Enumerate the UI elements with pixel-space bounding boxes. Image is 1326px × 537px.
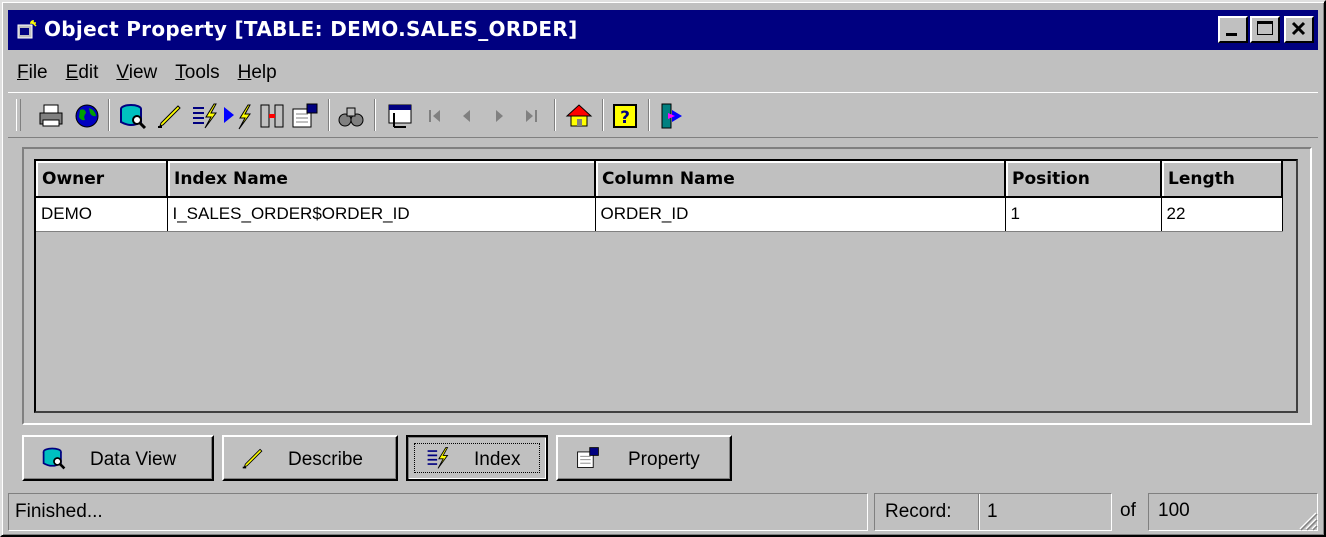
cell-length[interactable]: 22 bbox=[1161, 197, 1283, 232]
column-header-length[interactable]: Length bbox=[1161, 161, 1283, 198]
column-header-index-name[interactable]: Index Name bbox=[167, 161, 596, 198]
index-table: Owner Index Name Column Name Position Le… bbox=[36, 161, 1283, 232]
tab-property-label: Property bbox=[628, 449, 700, 470]
describe-icon[interactable] bbox=[156, 101, 186, 131]
cell-column-name[interactable]: ORDER_ID bbox=[595, 197, 1006, 232]
grid-header-row: Owner Index Name Column Name Position Le… bbox=[36, 161, 1283, 198]
toolbar-separator bbox=[648, 99, 650, 131]
title-bar[interactable]: Object Property [TABLE: DEMO.SALES_ORDER… bbox=[8, 10, 1318, 50]
minimize-icon bbox=[1226, 33, 1237, 36]
content-panel: Owner Index Name Column Name Position Le… bbox=[22, 147, 1312, 425]
menu-view[interactable]: View bbox=[107, 58, 166, 88]
toolbar-separator bbox=[374, 99, 376, 131]
data-view-icon bbox=[42, 447, 66, 470]
last-record-icon[interactable] bbox=[516, 101, 546, 131]
index-grid[interactable]: Owner Index Name Column Name Position Le… bbox=[34, 159, 1298, 413]
columns-icon[interactable] bbox=[258, 101, 288, 131]
menu-file[interactable]: File bbox=[8, 58, 57, 88]
next-record-icon[interactable] bbox=[484, 101, 514, 131]
minimize-button[interactable] bbox=[1218, 16, 1248, 43]
printer-icon[interactable] bbox=[36, 101, 66, 131]
cell-index-name[interactable]: I_SALES_ORDER$ORDER_ID bbox=[167, 197, 596, 232]
status-bar: Finished... Record: 1 of 100 bbox=[8, 493, 1318, 531]
object-property-window: Object Property [TABLE: DEMO.SALES_ORDER… bbox=[0, 0, 1326, 537]
help-icon[interactable]: ? bbox=[610, 101, 640, 131]
previous-record-icon[interactable] bbox=[452, 101, 482, 131]
status-message: Finished... bbox=[8, 493, 868, 531]
menu-tools[interactable]: Tools bbox=[166, 58, 228, 88]
tab-index-label: Index bbox=[474, 449, 521, 470]
tab-index[interactable]: Index bbox=[406, 435, 548, 481]
toolbar-grip[interactable] bbox=[16, 99, 21, 131]
close-icon bbox=[1291, 21, 1306, 36]
tab-data-view-label: Data View bbox=[90, 449, 177, 470]
maximize-button[interactable] bbox=[1250, 16, 1280, 43]
index-icon bbox=[427, 447, 449, 469]
total-pane: of 100 bbox=[1112, 493, 1318, 531]
toolbar-separator bbox=[554, 99, 556, 131]
tab-data-view[interactable]: Data View bbox=[22, 435, 214, 481]
cell-position[interactable]: 1 bbox=[1005, 197, 1162, 232]
menu-bar: File Edit View Tools Help bbox=[8, 58, 286, 88]
data-view-icon[interactable] bbox=[118, 101, 148, 131]
column-header-position[interactable]: Position bbox=[1005, 161, 1162, 198]
menu-edit[interactable]: Edit bbox=[57, 58, 108, 88]
globe-icon[interactable] bbox=[72, 101, 102, 131]
window-controls bbox=[1218, 16, 1314, 44]
cell-owner[interactable]: DEMO bbox=[36, 197, 168, 232]
column-header-column-name[interactable]: Column Name bbox=[595, 161, 1006, 198]
app-icon bbox=[17, 20, 37, 39]
svg-text:?: ? bbox=[620, 108, 630, 128]
index-icon[interactable] bbox=[190, 101, 220, 131]
find-icon[interactable] bbox=[336, 101, 366, 131]
describe-icon bbox=[242, 448, 263, 469]
record-value: 1 bbox=[987, 501, 998, 522]
property-icon[interactable] bbox=[290, 101, 320, 131]
total-value: 100 bbox=[1158, 500, 1190, 521]
exit-icon[interactable] bbox=[658, 101, 688, 131]
toolbar-separator bbox=[108, 99, 110, 131]
maximize-icon bbox=[1257, 21, 1273, 35]
toolbar: ? bbox=[8, 92, 1318, 138]
of-label: of bbox=[1120, 500, 1136, 521]
record-pane: Record: 1 bbox=[874, 493, 1112, 531]
toolbar-separator bbox=[602, 99, 604, 131]
column-header-owner[interactable]: Owner bbox=[36, 161, 168, 198]
tab-property[interactable]: Property bbox=[556, 435, 732, 481]
run-index-icon[interactable] bbox=[222, 101, 252, 131]
close-button[interactable] bbox=[1284, 16, 1314, 43]
home-icon[interactable] bbox=[564, 101, 594, 131]
table-row[interactable]: DEMO I_SALES_ORDER$ORDER_ID ORDER_ID 1 2… bbox=[36, 197, 1283, 232]
record-label: Record: bbox=[885, 501, 952, 522]
window-title: Object Property [TABLE: DEMO.SALES_ORDER… bbox=[44, 17, 578, 41]
tab-describe-label: Describe bbox=[288, 449, 363, 470]
record-divider bbox=[978, 494, 980, 530]
property-icon bbox=[577, 447, 599, 468]
tab-describe[interactable]: Describe bbox=[222, 435, 398, 481]
record-icon[interactable] bbox=[386, 101, 416, 131]
menu-help[interactable]: Help bbox=[229, 58, 286, 88]
first-record-icon[interactable] bbox=[420, 101, 450, 131]
toolbar-separator bbox=[328, 99, 330, 131]
resize-grip-icon[interactable] bbox=[1294, 507, 1318, 531]
